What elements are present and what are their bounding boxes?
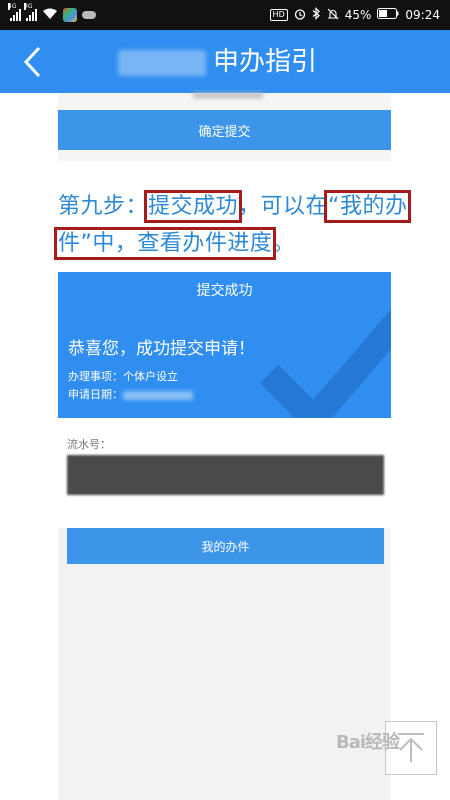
congrats-text: 恭喜您，成功提交申请！ — [68, 339, 255, 359]
alarm-icon — [294, 8, 306, 23]
signal-icon: 4G — [8, 3, 21, 21]
blurred-serial-number — [67, 455, 384, 495]
serial-label: 流水号： — [67, 438, 111, 451]
item-row: 办理事项：个体户设立 — [68, 368, 178, 384]
result-title: 提交成功 — [196, 283, 253, 299]
serial-panel: 流水号： — [58, 418, 391, 528]
date-row: 申请日期： — [68, 386, 193, 402]
app-bar: 申办指引 — [0, 30, 450, 93]
app-notification-icon — [63, 8, 77, 22]
item-value: 个体户设立 — [123, 370, 178, 383]
result-header: 提交成功 恭喜您，成功提交申请！ 办理事项：个体户设立 申请日期： — [58, 272, 391, 418]
chevron-left-icon — [23, 46, 41, 78]
result-screenshot: 提交成功 恭喜您，成功提交申请！ 办理事项：个体户设立 申请日期： 流水号： 我… — [58, 272, 391, 800]
step-instruction: 第九步：提交成功，可以在“我的办件”中，查看办件进度。 — [53, 188, 438, 262]
wifi-icon — [42, 8, 58, 23]
cloud-icon — [82, 11, 96, 19]
highlight-my-cases-2: 件”中，查看办件进度 — [53, 227, 277, 260]
item-label: 办理事项： — [68, 370, 123, 383]
watermark-logo: Bai经验 — [336, 732, 400, 753]
hd-badge: HD — [269, 9, 288, 21]
step-middle: ，可以在 — [238, 194, 329, 219]
mute-icon — [327, 8, 339, 23]
confirm-submit-button[interactable]: 确定提交 — [58, 110, 391, 150]
checkmark-icon — [259, 309, 391, 418]
top-screenshot: 确定提交 — [58, 93, 391, 161]
blurred-date — [123, 390, 193, 400]
highlight-my-cases-1: “我的办 — [324, 190, 412, 223]
step-prefix: 第九步： — [58, 194, 149, 219]
battery-percent: 45% — [344, 8, 372, 22]
bluetooth-icon — [312, 7, 321, 23]
blurred-fragment — [193, 93, 263, 98]
blurred-app-name — [118, 50, 206, 76]
signal-icon-2: 3G — [24, 3, 37, 21]
step-suffix: 。 — [272, 231, 295, 256]
battery-icon — [377, 8, 399, 22]
my-cases-button[interactable]: 我的办件 — [67, 528, 384, 564]
clock-time: 09:24 — [405, 8, 440, 22]
page-title: 申办指引 — [213, 47, 318, 77]
date-label: 申请日期： — [68, 388, 123, 401]
back-button[interactable] — [12, 40, 52, 84]
status-bar: 4G 3G HD 45% 09:24 — [0, 0, 450, 30]
highlight-submit-success: 提交成功 — [144, 190, 243, 223]
